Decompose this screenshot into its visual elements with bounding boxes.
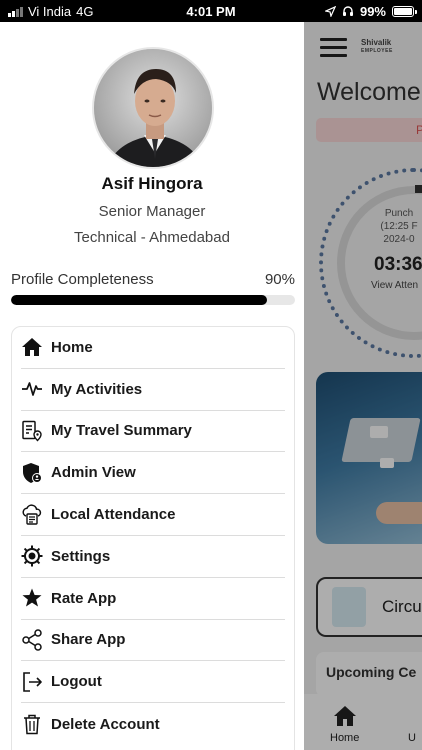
navigation-drawer: Asif Hingora Senior Manager Technical - … [0, 22, 304, 750]
clock-marker [415, 185, 422, 193]
menu-item-share-app[interactable]: Share App [21, 620, 285, 662]
menu-item-admin-view[interactable]: Admin View [21, 452, 285, 495]
profile-department: Technical - Ahmedabad [74, 229, 230, 246]
settings-gear-icon [21, 545, 43, 567]
profile-name: Asif Hingora [101, 174, 203, 193]
trash-icon [21, 713, 43, 735]
promo-banner-image[interactable] [316, 372, 422, 544]
status-bar: Vi India 4G 4:01 PM 99% [0, 0, 422, 22]
admin-shield-icon [21, 462, 43, 484]
star-icon [21, 587, 43, 609]
nav-home-icon[interactable] [332, 704, 358, 728]
location-arrow-icon [324, 5, 336, 17]
menu-item-label: Local Attendance [51, 506, 176, 524]
drawer-menu: Home My Activities My Travel Summary Adm… [11, 326, 295, 750]
nav-home-label[interactable]: Home [330, 732, 359, 744]
local-attendance-icon [21, 504, 43, 526]
profile-role: Senior Manager [98, 203, 206, 220]
headphones-icon [342, 6, 353, 16]
menu-item-label: Admin View [51, 464, 136, 482]
menu-item-label: Share App [51, 631, 126, 649]
view-attendance-link[interactable]: View Atten [371, 280, 418, 291]
menu-item-home[interactable]: Home [21, 327, 285, 369]
profile-completeness-percent: 90% [264, 271, 295, 288]
menu-item-label: My Travel Summary [51, 422, 192, 440]
menu-item-settings[interactable]: Settings [21, 536, 285, 578]
menu-item-label: Home [51, 338, 93, 356]
menu-item-rate-app[interactable]: Rate App [21, 578, 285, 620]
menu-item-my-travel-summary[interactable]: My Travel Summary [21, 411, 285, 453]
menu-item-label: Settings [51, 547, 111, 565]
elapsed-time: 03:36 [374, 254, 422, 275]
battery-icon [392, 5, 417, 17]
activity-icon [21, 378, 43, 400]
menu-item-logout[interactable]: Logout [21, 661, 285, 704]
travel-summary-icon [21, 420, 43, 442]
profile-completeness-bar [11, 295, 295, 305]
menu-item-label: Delete Account [51, 715, 160, 733]
brand-logo: Shivalik EMPLOYEE [361, 38, 393, 55]
status-right: 99% [324, 3, 417, 19]
menu-item-label: Rate App [51, 589, 117, 607]
pink-banner[interactable]: P [316, 118, 422, 142]
upcoming-section: Upcoming Ce [316, 652, 422, 697]
hamburger-menu-icon[interactable] [320, 38, 347, 62]
circular-illustration-icon [332, 587, 366, 627]
share-icon [21, 629, 43, 651]
home-icon [21, 336, 43, 358]
profile-completeness-label: Profile Completeness [11, 271, 154, 288]
battery-percent: 99% [359, 3, 386, 19]
welcome-title: Welcome [317, 78, 421, 106]
background-app: Shivalik EMPLOYEE Welcome P Punch (12:25 … [304, 22, 422, 750]
bottom-navigation: Home U [304, 694, 422, 750]
logout-icon [21, 671, 43, 693]
profile-completeness-fill [11, 295, 267, 305]
menu-item-label: My Activities [51, 380, 143, 398]
nav-second-label[interactable]: U [408, 732, 416, 744]
circular-card[interactable]: Circu [316, 577, 422, 637]
menu-item-my-activities[interactable]: My Activities [21, 369, 285, 411]
punch-info: Punch (12:25 F 2024-0 [380, 208, 418, 245]
menu-item-label: Logout [51, 673, 102, 691]
menu-item-delete-account[interactable]: Delete Account [21, 703, 285, 745]
menu-item-local-attendance[interactable]: Local Attendance [21, 494, 285, 536]
avatar[interactable] [92, 47, 214, 169]
